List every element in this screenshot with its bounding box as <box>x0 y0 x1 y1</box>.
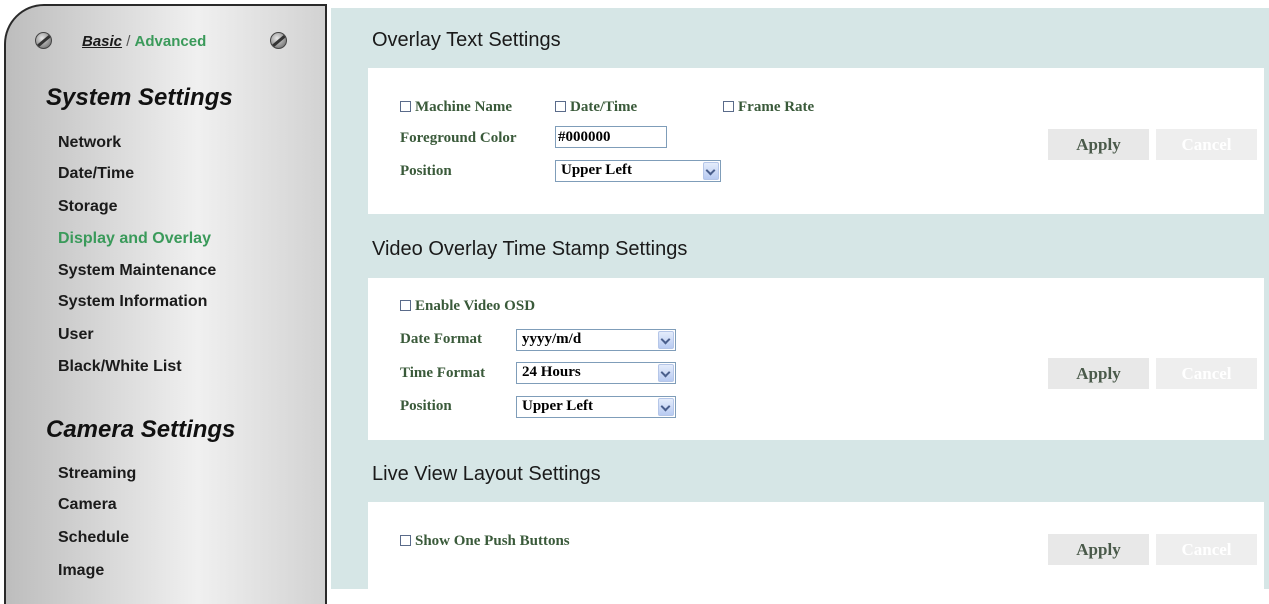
cancel-button[interactable]: Cancel <box>1156 358 1257 389</box>
live-view-heading: Live View Layout Settings <box>372 463 601 485</box>
machine-name-checkbox[interactable]: Machine Name <box>400 99 512 116</box>
show-one-push-buttons-label: Show One Push Buttons <box>415 533 570 549</box>
sidebar-item-image[interactable]: Image <box>58 562 104 580</box>
foreground-color-label: Foreground Color <box>400 130 517 146</box>
chevron-down-icon[interactable] <box>658 331 674 349</box>
time-format-value: 24 Hours <box>522 364 581 380</box>
sidebar-item-display-and-overlay[interactable]: Display and Overlay <box>58 230 211 248</box>
position-select[interactable]: Upper Left <box>555 160 721 182</box>
sidebar-item-storage[interactable]: Storage <box>58 198 118 216</box>
apply-button[interactable]: Apply <box>1048 129 1149 160</box>
cancel-button[interactable]: Cancel <box>1156 129 1257 160</box>
enable-video-osd-label: Enable Video OSD <box>415 298 536 314</box>
date-time-checkbox[interactable]: Date/Time <box>555 99 637 116</box>
position-label: Position <box>400 163 452 179</box>
date-format-label: Date Format <box>400 331 483 347</box>
foreground-color-input[interactable]: #000000 <box>555 126 667 148</box>
date-time-label: Date/Time <box>570 99 638 115</box>
sidebar-item-date-time[interactable]: Date/Time <box>58 165 134 183</box>
sidebar-item-camera[interactable]: Camera <box>58 496 117 514</box>
checkbox-icon <box>400 535 411 546</box>
sidebar-item-system-information[interactable]: System Information <box>58 293 207 311</box>
main-content: Overlay Text Settings Machine Name Date/… <box>331 0 1269 589</box>
screw-icon <box>270 32 287 49</box>
frame-rate-checkbox[interactable]: Frame Rate <box>723 99 814 116</box>
sidebar-item-system-maintenance[interactable]: System Maintenance <box>58 262 216 280</box>
advanced-mode-link[interactable]: Advanced <box>135 33 207 50</box>
sidebar-item-network[interactable]: Network <box>58 134 121 152</box>
position-select-value: Upper Left <box>561 162 632 178</box>
show-one-push-buttons-checkbox[interactable]: Show One Push Buttons <box>400 533 570 550</box>
system-settings-heading: System Settings <box>46 84 233 111</box>
sidebar-item-black-white-list[interactable]: Black/White List <box>58 358 182 376</box>
date-format-select[interactable]: yyyy/m/d <box>516 329 676 351</box>
overlay-text-heading: Overlay Text Settings <box>372 29 561 51</box>
chevron-down-icon[interactable] <box>658 364 674 382</box>
cancel-button[interactable]: Cancel <box>1156 534 1257 565</box>
sidebar: Basic / Advanced System Settings Network… <box>4 4 327 604</box>
apply-button[interactable]: Apply <box>1048 534 1149 565</box>
mode-switch: Basic / Advanced <box>26 32 301 62</box>
osd-position-value: Upper Left <box>522 398 593 414</box>
basic-mode-link[interactable]: Basic <box>82 33 122 50</box>
time-format-select[interactable]: 24 Hours <box>516 362 676 384</box>
screw-icon <box>35 32 52 49</box>
sidebar-item-user[interactable]: User <box>58 326 94 344</box>
osd-position-label: Position <box>400 398 452 414</box>
checkbox-icon <box>555 101 566 112</box>
chevron-down-icon[interactable] <box>658 398 674 416</box>
frame-rate-label: Frame Rate <box>738 99 815 115</box>
video-overlay-panel: Enable Video OSD Date Format yyyy/m/d Ti… <box>368 278 1264 440</box>
osd-position-select[interactable]: Upper Left <box>516 396 676 418</box>
sidebar-item-schedule[interactable]: Schedule <box>58 529 129 547</box>
video-overlay-heading: Video Overlay Time Stamp Settings <box>372 238 688 260</box>
mode-switch-text: Basic / Advanced <box>82 33 206 50</box>
camera-settings-heading: Camera Settings <box>46 416 236 443</box>
checkbox-icon <box>400 101 411 112</box>
machine-name-label: Machine Name <box>415 99 513 115</box>
apply-button[interactable]: Apply <box>1048 358 1149 389</box>
overlay-text-panel: Machine Name Date/Time Frame Rate Foregr… <box>368 68 1264 214</box>
sidebar-item-streaming[interactable]: Streaming <box>58 465 136 483</box>
enable-video-osd-checkbox[interactable]: Enable Video OSD <box>400 298 535 315</box>
checkbox-icon <box>400 300 411 311</box>
time-format-label: Time Format <box>400 365 486 381</box>
live-view-panel: Show One Push Buttons Apply Cancel <box>368 502 1264 589</box>
checkbox-icon <box>723 101 734 112</box>
chevron-down-icon[interactable] <box>703 162 719 180</box>
date-format-value: yyyy/m/d <box>522 331 582 347</box>
mode-separator: / <box>122 33 135 50</box>
